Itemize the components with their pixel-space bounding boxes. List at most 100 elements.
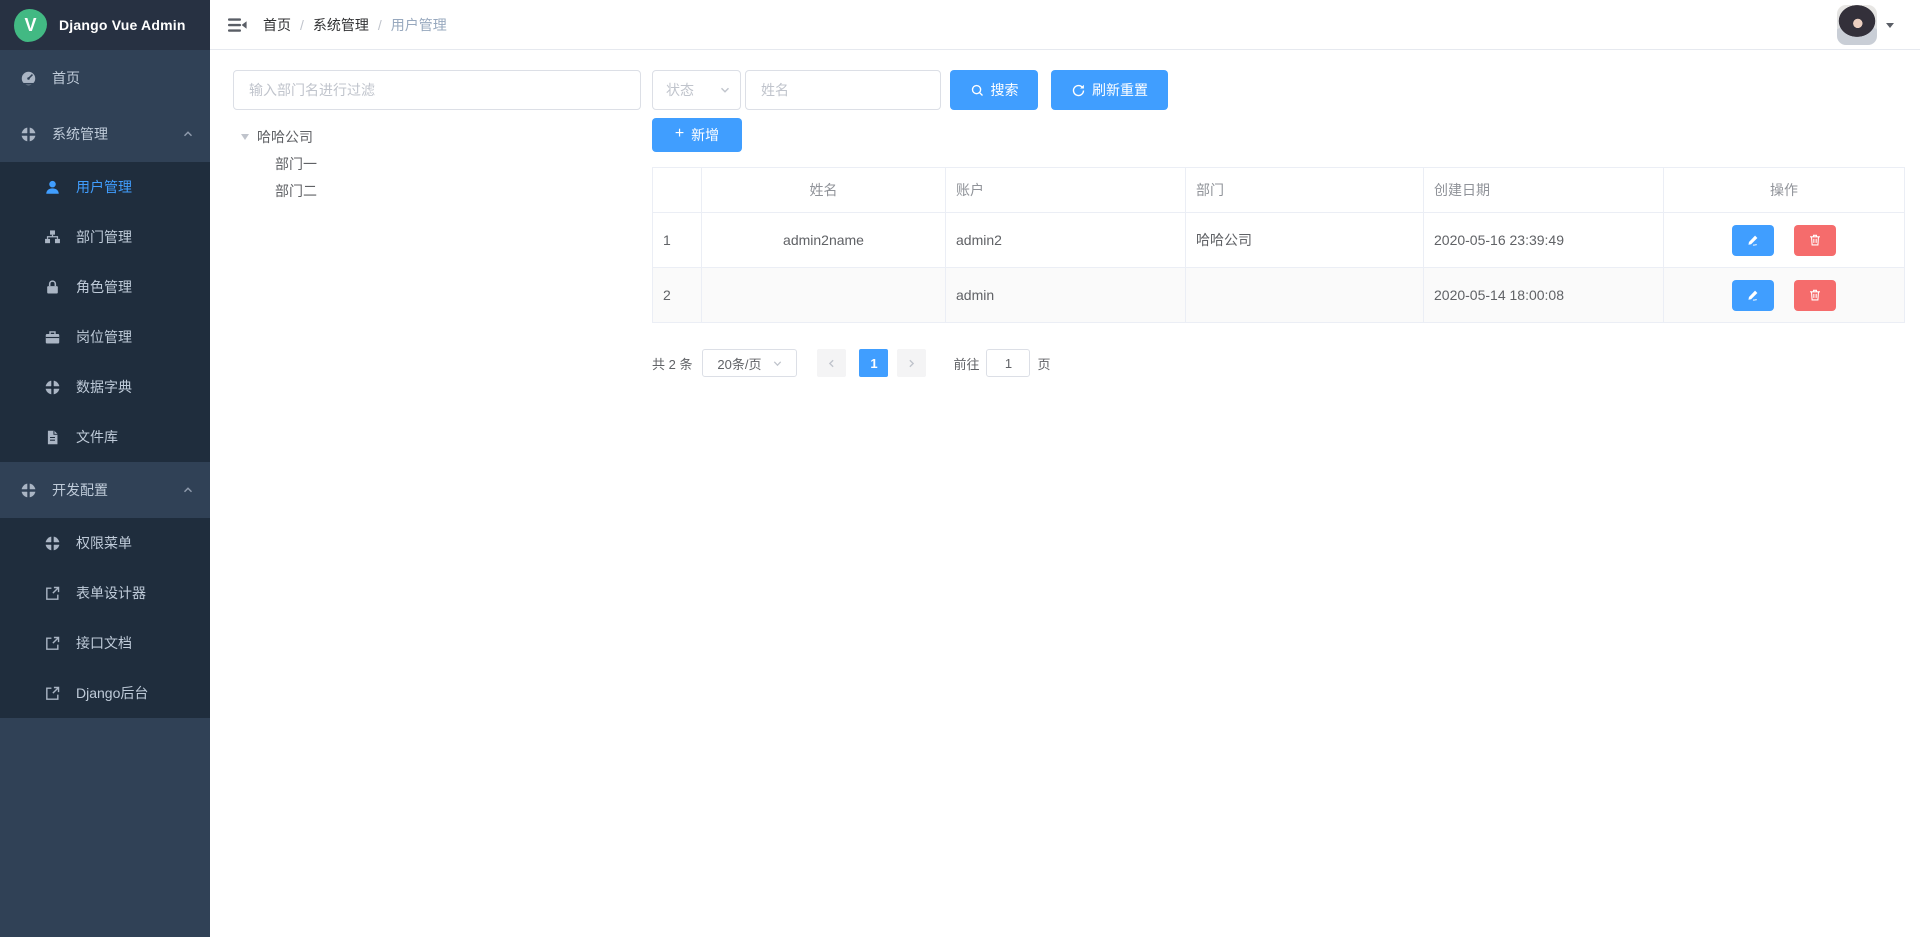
refresh-icon <box>1071 83 1086 98</box>
sidebar-item-home[interactable]: 首页 <box>0 50 210 106</box>
sidebar-item-label: Django后台 <box>76 683 148 703</box>
edit-button[interactable] <box>1732 280 1774 311</box>
chevron-up-icon <box>182 128 194 140</box>
department-tree: 哈哈公司 部门一 部门二 <box>233 123 641 204</box>
user-menu[interactable] <box>1837 5 1894 45</box>
submenu-devconfig: 权限菜单 表单设计器 接口文档 Django后台 <box>0 518 210 718</box>
status-select[interactable]: 状态 <box>652 70 741 110</box>
sidebar-toggle-icon[interactable] <box>210 15 263 35</box>
sidebar-item-dictionary[interactable]: 数据字典 <box>0 362 210 412</box>
sidebar-menu: 首页 系统管理 用户管理 部门管理 <box>0 50 210 937</box>
table-header-row: 姓名 账户 部门 创建日期 操作 <box>653 168 1905 213</box>
page-content: 哈哈公司 部门一 部门二 状态 <box>210 50 1920 937</box>
sidebar-section-devconfig[interactable]: 开发配置 <box>0 462 210 518</box>
edit-button[interactable] <box>1732 225 1774 256</box>
sitemap-icon <box>44 229 61 246</box>
cell-created: 2020-05-16 23:39:49 <box>1424 213 1664 268</box>
sidebar-item-departments[interactable]: 部门管理 <box>0 212 210 262</box>
app-title: Django Vue Admin <box>59 17 186 33</box>
department-filter-input[interactable] <box>233 70 641 110</box>
sidebar-item-label: 接口文档 <box>76 633 132 653</box>
sidebar-item-label: 表单设计器 <box>76 583 146 603</box>
search-icon <box>970 83 985 98</box>
sidebar-section-system[interactable]: 系统管理 <box>0 106 210 162</box>
sidebar-item-label: 首页 <box>52 68 80 88</box>
sidebar-section-label: 系统管理 <box>52 124 108 144</box>
tree-expand-icon[interactable] <box>241 134 249 144</box>
pagination-total: 共 2 条 <box>652 354 692 373</box>
page-size-select[interactable]: 20条/页 <box>702 349 797 377</box>
pencil-icon <box>1746 233 1760 247</box>
delete-button[interactable] <box>1794 225 1836 256</box>
main-area: 首页 / 系统管理 / 用户管理 哈哈公司 部门一 部门二 <box>210 0 1920 937</box>
name-filter-input[interactable] <box>745 70 941 110</box>
reset-button-label: 刷新重置 <box>1092 80 1148 100</box>
next-page-button[interactable] <box>897 349 926 377</box>
aim-icon <box>20 126 37 143</box>
breadcrumb-separator: / <box>378 17 382 33</box>
search-button[interactable]: 搜索 <box>950 70 1038 110</box>
sidebar-item-api-docs[interactable]: 接口文档 <box>0 618 210 668</box>
breadcrumb-system[interactable]: 系统管理 <box>313 15 369 35</box>
pagination: 共 2 条 20条/页 1 前往 页 <box>652 349 1905 377</box>
search-button-label: 搜索 <box>991 80 1019 100</box>
page-size-value: 20条/页 <box>717 354 761 373</box>
caret-down-icon <box>1886 23 1894 32</box>
sidebar-item-positions[interactable]: 岗位管理 <box>0 312 210 362</box>
user-icon <box>44 179 61 196</box>
page-unit-label: 页 <box>1037 354 1050 373</box>
prev-page-button[interactable] <box>817 349 846 377</box>
sidebar-item-files[interactable]: 文件库 <box>0 412 210 462</box>
cell-account: admin <box>946 268 1186 323</box>
sidebar-item-django-admin[interactable]: Django后台 <box>0 668 210 718</box>
sidebar-item-permission-menu[interactable]: 权限菜单 <box>0 518 210 568</box>
breadcrumb-current: 用户管理 <box>391 15 447 35</box>
tree-node-root[interactable]: 哈哈公司 <box>233 123 641 150</box>
vue-logo-icon: V <box>14 9 47 42</box>
column-header-account: 账户 <box>946 168 1186 213</box>
cell-actions <box>1664 268 1905 323</box>
sidebar-section-label: 开发配置 <box>52 480 108 500</box>
cell-created: 2020-05-14 18:00:08 <box>1424 268 1664 323</box>
page-number-button[interactable]: 1 <box>859 349 888 377</box>
aim-icon <box>44 379 61 396</box>
table-row: 1 admin2name admin2 哈哈公司 2020-05-16 23:3… <box>653 213 1905 268</box>
tree-node-label: 部门二 <box>275 181 317 201</box>
breadcrumb-home[interactable]: 首页 <box>263 15 291 35</box>
cell-department <box>1186 268 1424 323</box>
goto-page-input[interactable] <box>986 349 1030 377</box>
delete-button[interactable] <box>1794 280 1836 311</box>
users-table-wrap: 姓名 账户 部门 创建日期 操作 1 admin2name admin2 哈哈公 <box>652 167 1905 323</box>
aim-icon <box>44 535 61 552</box>
breadcrumb-separator: / <box>300 17 304 33</box>
chevron-down-icon <box>719 84 731 96</box>
column-header-department: 部门 <box>1186 168 1424 213</box>
trash-icon <box>1808 233 1822 247</box>
cell-index: 2 <box>653 268 702 323</box>
users-table: 姓名 账户 部门 创建日期 操作 1 admin2name admin2 哈哈公 <box>652 167 1905 323</box>
add-user-button[interactable]: + 新增 <box>652 118 742 152</box>
cell-name: admin2name <box>702 213 946 268</box>
top-header: 首页 / 系统管理 / 用户管理 <box>210 0 1920 50</box>
sidebar-item-label: 角色管理 <box>76 277 132 297</box>
chevron-up-icon <box>182 484 194 496</box>
tree-node-child[interactable]: 部门一 <box>233 150 641 177</box>
sidebar: V Django Vue Admin 首页 系统管理 用户管理 <box>0 0 210 937</box>
sidebar-item-label: 数据字典 <box>76 377 132 397</box>
user-avatar[interactable] <box>1837 5 1877 45</box>
tree-node-child[interactable]: 部门二 <box>233 177 641 204</box>
table-row: 2 admin 2020-05-14 18:00:08 <box>653 268 1905 323</box>
chevron-down-icon <box>772 358 783 369</box>
sidebar-item-roles[interactable]: 角色管理 <box>0 262 210 312</box>
sidebar-item-form-designer[interactable]: 表单设计器 <box>0 568 210 618</box>
file-icon <box>44 429 61 446</box>
sidebar-item-users[interactable]: 用户管理 <box>0 162 210 212</box>
reset-button[interactable]: 刷新重置 <box>1051 70 1168 110</box>
goto-label: 前往 <box>953 354 979 373</box>
aim-icon <box>20 482 37 499</box>
sidebar-item-label: 用户管理 <box>76 177 132 197</box>
column-header-index <box>653 168 702 213</box>
briefcase-icon <box>44 329 61 346</box>
status-select-placeholder: 状态 <box>666 80 719 100</box>
plus-icon: + <box>675 126 684 142</box>
